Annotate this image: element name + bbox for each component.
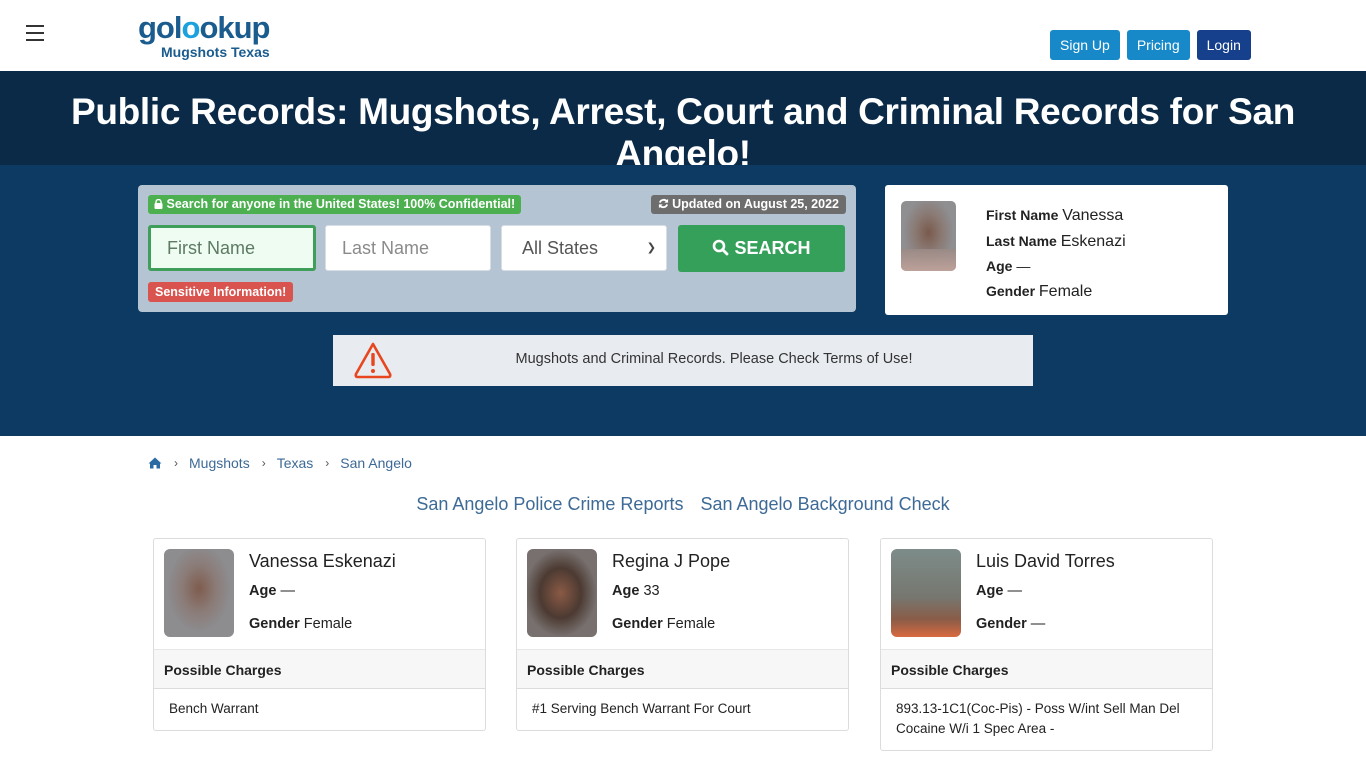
confidential-text: Search for anyone in the United States! … [166, 197, 516, 211]
home-icon[interactable] [148, 457, 162, 469]
card-name[interactable]: Luis David Torres [976, 551, 1115, 572]
sensitive-badge: Sensitive Information! [148, 282, 294, 302]
mugshot-photo[interactable] [527, 549, 597, 637]
search-panel: Search for anyone in the United States! … [138, 185, 856, 312]
mugshot-card[interactable]: Luis David Torres Age — Gender — Possibl… [880, 538, 1213, 751]
last-name-label: Last Name [986, 232, 1057, 249]
page-title: Public Records: Mugshots, Arrest, Court … [70, 91, 1296, 174]
search-button-label: SEARCH [734, 238, 811, 258]
last-name-value: Eskenazi [1060, 232, 1126, 250]
profile-photo [901, 201, 956, 271]
charges-heading: Possible Charges [881, 649, 1212, 689]
breadcrumb-texas[interactable]: Texas [277, 455, 314, 471]
state-select-value: All States [522, 238, 599, 258]
gender-value: Female [303, 616, 353, 632]
search-button[interactable]: SEARCH [678, 225, 845, 272]
card-header: Regina J Pope Age 33 Gender Female [517, 539, 848, 649]
last-name-input[interactable]: Last Name [325, 225, 491, 271]
age-label: Age [976, 583, 1004, 599]
nav-buttons: Sign Up Pricing Login [1050, 30, 1251, 60]
featured-profile-card[interactable]: First Name Vanessa Last Name Eskenazi Ag… [885, 185, 1228, 315]
chevron-right-icon: › [174, 456, 178, 470]
profile-last-name: Last Name Eskenazi [986, 229, 1126, 255]
state-select[interactable]: All States ❯ [501, 225, 667, 271]
card-age: Age 33 [612, 583, 660, 599]
search-icon [713, 239, 729, 256]
charges-text: #1 Serving Bench Warrant For Court [532, 701, 751, 716]
hero-header: Public Records: Mugshots, Arrest, Court … [0, 71, 1366, 190]
logo[interactable]: golookup Mugshots Texas [138, 10, 278, 61]
gender-value: Female [1038, 282, 1093, 300]
mugshot-card[interactable]: Vanessa Eskenazi Age — Gender Female Pos… [153, 538, 486, 731]
card-gender: Gender — [976, 616, 1045, 632]
card-gender: Gender Female [612, 616, 715, 632]
gender-label: Gender [249, 616, 300, 632]
profile-info: First Name Vanessa Last Name Eskenazi Ag… [986, 203, 1126, 304]
charges-text: 893.13-1C1(Coc-Pis) - Poss W/int Sell Ma… [896, 701, 1180, 736]
related-links: San Angelo Police Crime Reports San Ange… [0, 494, 1366, 515]
login-button[interactable]: Login [1196, 30, 1251, 60]
charges-heading: Possible Charges [154, 649, 485, 689]
pricing-button[interactable]: Pricing [1126, 30, 1190, 60]
logo-wordmark: golookup [138, 10, 271, 45]
mugshot-card[interactable]: Regina J Pope Age 33 Gender Female Possi… [516, 538, 849, 731]
card-header: Luis David Torres Age — Gender — [881, 539, 1212, 649]
breadcrumb: › Mugshots › Texas › San Angelo [148, 455, 412, 471]
updated-text: Updated on August 25, 2022 [672, 197, 839, 211]
age-label: Age [986, 258, 1013, 274]
gender-label: Gender [986, 282, 1036, 299]
card-header: Vanessa Eskenazi Age — Gender Female [154, 539, 485, 649]
card-name[interactable]: Regina J Pope [612, 551, 730, 572]
gender-value: Female [666, 616, 716, 632]
background-check-link[interactable]: San Angelo Background Check [700, 494, 949, 514]
signup-button[interactable]: Sign Up [1050, 30, 1120, 60]
top-nav: golookup Mugshots Texas Sign Up Pricing … [0, 0, 1366, 71]
terms-warning-banner: Mugshots and Criminal Records. Please Ch… [333, 335, 1033, 386]
age-value: — [280, 583, 295, 599]
age-value: — [1007, 583, 1022, 599]
mugshot-photo[interactable] [164, 549, 234, 637]
police-crime-reports-link[interactable]: San Angelo Police Crime Reports [416, 494, 683, 514]
age-value: 33 [643, 583, 660, 599]
chevron-down-icon: ❯ [646, 242, 656, 254]
gender-label: Gender [976, 616, 1027, 632]
card-age: Age — [976, 583, 1022, 599]
chevron-right-icon: › [325, 456, 330, 470]
profile-gender: Gender Female [986, 279, 1126, 305]
refresh-icon [658, 198, 668, 209]
card-gender: Gender Female [249, 616, 352, 632]
chevron-right-icon: › [261, 456, 266, 470]
first-name-value: Vanessa [1062, 207, 1124, 224]
mugshot-photo[interactable] [891, 549, 961, 637]
first-name-label: First Name [986, 207, 1059, 223]
gender-label: Gender [612, 616, 663, 632]
breadcrumb-san-angelo[interactable]: San Angelo [340, 455, 412, 471]
charges-text: Bench Warrant [169, 701, 259, 716]
warning-text: Mugshots and Criminal Records. Please Ch… [515, 351, 913, 367]
profile-age: Age — [986, 254, 1126, 279]
confidential-badge: Search for anyone in the United States! … [148, 195, 522, 214]
first-name-input[interactable]: First Name [148, 225, 316, 271]
menu-icon[interactable] [26, 25, 44, 41]
age-value: — [1016, 258, 1031, 274]
breadcrumb-mugshots[interactable]: Mugshots [189, 455, 250, 471]
card-age: Age — [249, 583, 295, 599]
profile-first-name: First Name Vanessa [986, 203, 1126, 229]
gender-value: — [1030, 616, 1046, 632]
charges-heading: Possible Charges [517, 649, 848, 689]
age-label: Age [249, 583, 277, 599]
lock-icon [154, 198, 163, 209]
updated-badge: Updated on August 25, 2022 [650, 195, 846, 214]
logo-subtitle: Mugshots Texas [161, 44, 270, 60]
age-label: Age [612, 583, 640, 599]
card-name[interactable]: Vanessa Eskenazi [249, 551, 396, 572]
